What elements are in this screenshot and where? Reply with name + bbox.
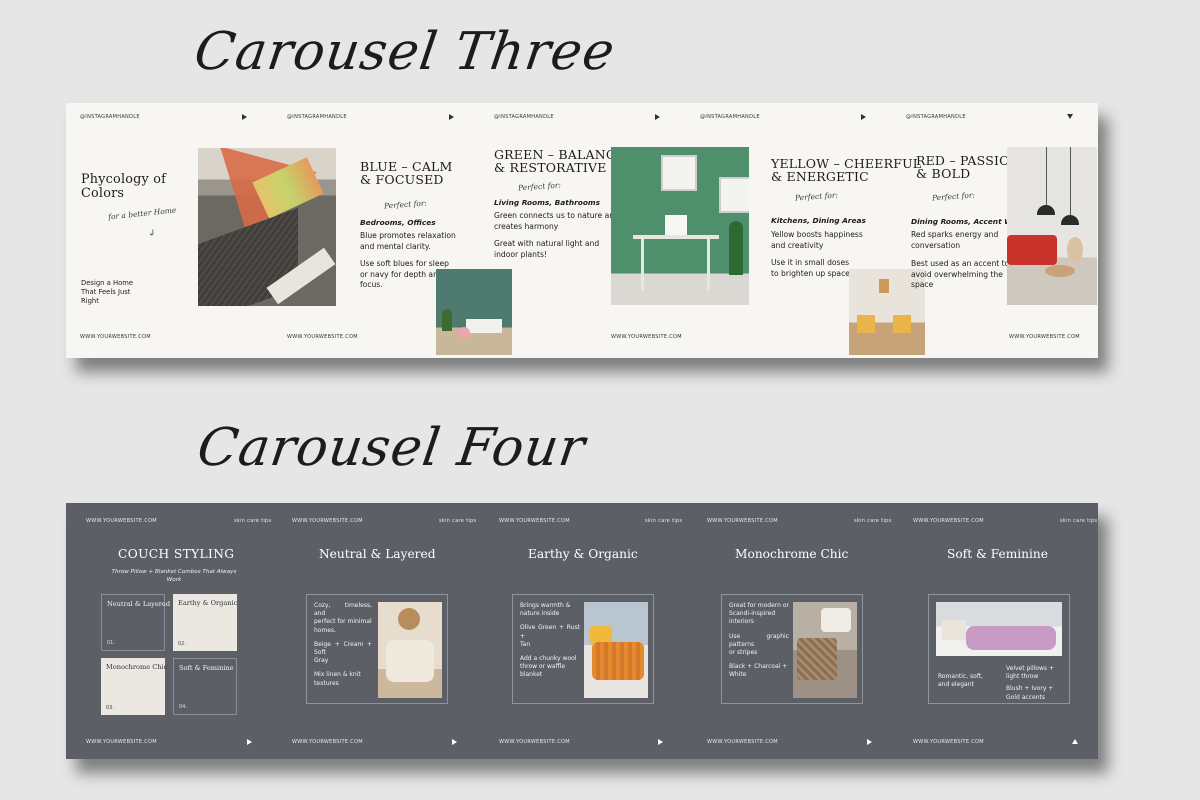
play-icon[interactable]: [242, 114, 247, 120]
yellow-body-1: Yellow boosts happiness and creativity: [771, 230, 863, 250]
tag-label: skin care tips: [234, 518, 272, 524]
tile-earthy[interactable]: Earthy & Organic 02.: [173, 594, 237, 651]
green-wall-desk-photo: [611, 147, 749, 305]
neutral-text: Cozy, timeless, and perfect for minimal ho…: [314, 602, 372, 687]
instagram-handle: @INSTAGRAMHANDLE: [80, 114, 140, 120]
instagram-handle: @INSTAGRAMHANDLE: [906, 114, 966, 120]
website-link[interactable]: WWW.YOURWEBSITE.COM: [707, 739, 778, 745]
tile-monochrome[interactable]: Monochrome Chic 03.: [101, 658, 167, 715]
slide-title: Phycology of Colors: [81, 172, 167, 201]
website-link[interactable]: WWW.YOURWEBSITE.COM: [707, 518, 778, 524]
carousel-three-strip: @INSTAGRAMHANDLE @INSTAGRAMHANDLE @INSTA…: [66, 103, 1098, 358]
blue-body-1: Blue promotes relaxation and mental clari…: [360, 231, 456, 251]
tag-label: skin care tips: [645, 518, 683, 524]
carousel-three-heading: Carousel Three: [190, 22, 619, 82]
yellow-title: YELLOW – CHEERFUL & ENERGETIC: [771, 156, 922, 184]
green-body-1: Green connects us to nature and creates h…: [494, 211, 619, 231]
neutral-title: Neutral & Layered: [319, 547, 436, 561]
website-link[interactable]: WWW.YOURWEBSITE.COM: [287, 334, 358, 340]
play-icon[interactable]: [452, 739, 457, 745]
red-body-1: Red sparks energy and conversation: [911, 230, 999, 250]
neutral-couch-photo: [378, 602, 442, 698]
play-icon[interactable]: [658, 739, 663, 745]
monochrome-title: Monochrome Chic: [735, 547, 849, 561]
website-link[interactable]: WWW.YOURWEBSITE.COM: [913, 739, 984, 745]
slide-body: Design a Home That Feels Just Right: [81, 279, 134, 305]
perfect-for-label: Perfect for:: [383, 198, 428, 211]
website-link[interactable]: WWW.YOURWEBSITE.COM: [80, 334, 151, 340]
chevron-up-icon[interactable]: [1072, 739, 1078, 744]
play-icon[interactable]: [449, 114, 454, 120]
earthy-title: Earthy & Organic: [528, 547, 638, 561]
rooms-label: Living Rooms, Bathrooms: [494, 198, 600, 207]
chevron-down-icon[interactable]: [1067, 114, 1073, 119]
perfect-for-label: Perfect for:: [794, 190, 839, 203]
website-link[interactable]: WWW.YOURWEBSITE.COM: [499, 518, 570, 524]
rooms-label: Bedrooms, Offices: [360, 218, 436, 227]
tag-label: skin care tips: [439, 518, 477, 524]
rooms-label: Kitchens, Dining Areas: [771, 216, 866, 225]
earthy-text: Brings warmth & nature inside Olive Green…: [520, 602, 580, 679]
tile-soft[interactable]: Soft & Feminine 04.: [173, 658, 237, 715]
instagram-handle: @INSTAGRAMHANDLE: [700, 114, 760, 120]
couch-styling-subtitle: Throw Pillow + Blanket Combos That Alway…: [111, 569, 237, 583]
earthy-couch-photo: [584, 602, 648, 698]
play-icon[interactable]: [655, 114, 660, 120]
soft-bedroom-photo: [936, 602, 1062, 656]
website-link[interactable]: WWW.YOURWEBSITE.COM: [292, 518, 363, 524]
curved-arrow-icon: ↲: [148, 229, 156, 239]
instagram-handle: @INSTAGRAMHANDLE: [287, 114, 347, 120]
green-office-photo: [436, 269, 512, 355]
perfect-for-label: Perfect for:: [517, 180, 562, 193]
soft-text-right: Velvet pillows + light throw Blush + Ivor…: [1006, 665, 1054, 701]
play-icon[interactable]: [247, 739, 252, 745]
blue-title: BLUE – CALM & FOCUSED: [360, 159, 453, 187]
carousel-four-strip: WWW.YOURWEBSITE.COM skin care tips WWW.Y…: [66, 503, 1098, 759]
website-link[interactable]: WWW.YOURWEBSITE.COM: [913, 518, 984, 524]
play-icon[interactable]: [861, 114, 866, 120]
monochrome-text: Great for modern or Scandi-inspired interi…: [729, 602, 789, 679]
play-icon[interactable]: [867, 739, 872, 745]
couch-styling-title: COUCH STYLING: [118, 547, 235, 561]
website-link[interactable]: WWW.YOURWEBSITE.COM: [499, 739, 570, 745]
instagram-handle: @INSTAGRAMHANDLE: [494, 114, 554, 120]
tile-neutral[interactable]: Neutral & Layered 01.: [101, 594, 170, 651]
soft-title: Soft & Feminine: [947, 547, 1048, 561]
website-link[interactable]: WWW.YOURWEBSITE.COM: [86, 739, 157, 745]
red-body-2: Best used as an accent to avoid overwhelm…: [911, 259, 1010, 290]
yellow-body-2: Use it in small doses to brighten up spac…: [771, 258, 854, 278]
tagline: for a better Home: [107, 205, 177, 222]
website-link[interactable]: WWW.YOURWEBSITE.COM: [292, 739, 363, 745]
website-link[interactable]: WWW.YOURWEBSITE.COM: [86, 518, 157, 524]
color-swatch-photo: [198, 148, 336, 306]
soft-text-left: Romantic, soft, and elegant: [938, 673, 984, 689]
carousel-four-heading: Carousel Four: [193, 418, 590, 478]
monochrome-couch-photo: [793, 602, 857, 698]
perfect-for-label: Perfect for:: [931, 190, 976, 203]
website-link[interactable]: WWW.YOURWEBSITE.COM: [1009, 334, 1080, 340]
green-body-2: Great with natural light and indoor plant…: [494, 239, 600, 259]
tag-label: skin care tips: [1060, 518, 1098, 524]
website-link[interactable]: WWW.YOURWEBSITE.COM: [611, 334, 682, 340]
tag-label: skin care tips: [854, 518, 892, 524]
red-sofa-photo: [1007, 147, 1097, 305]
